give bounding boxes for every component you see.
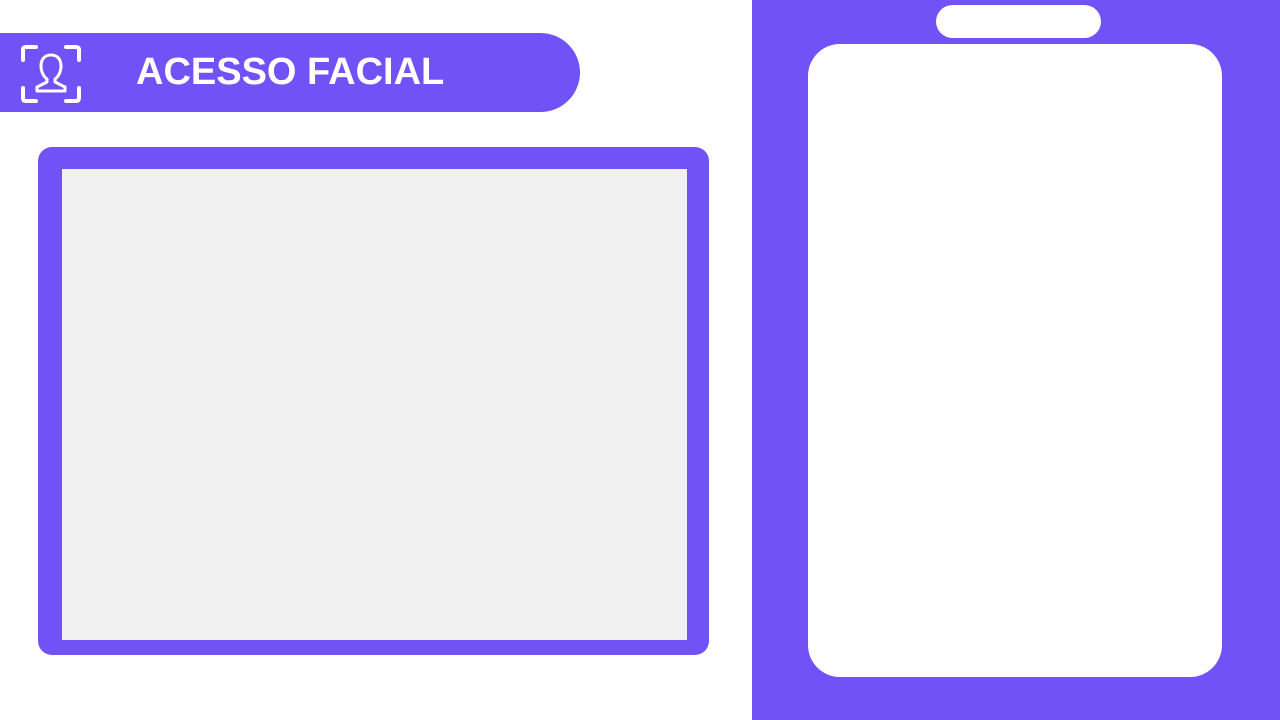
face-scan-icon [20, 44, 82, 104]
camera-view [62, 169, 687, 640]
header-bar: ACESSO FACIAL [0, 33, 580, 112]
page-title: ACESSO FACIAL [136, 51, 445, 93]
side-panel [752, 0, 1280, 720]
panel-handle [936, 5, 1101, 38]
camera-frame [38, 147, 709, 655]
result-card [808, 44, 1222, 677]
